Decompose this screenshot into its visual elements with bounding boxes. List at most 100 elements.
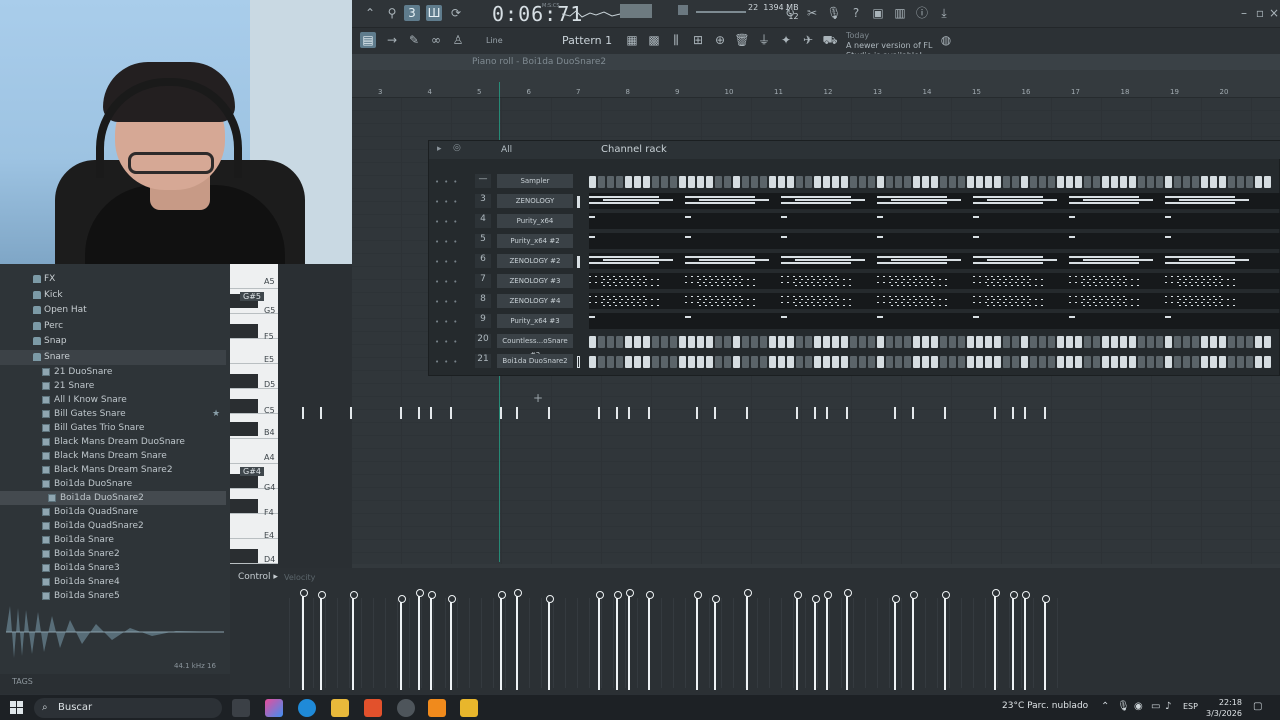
channel-mixer-track[interactable]: 21 (475, 354, 491, 368)
browser-file[interactable]: Bill Gates Trio Snare (0, 421, 226, 435)
step-button[interactable] (1057, 176, 1064, 188)
loop-record-icon[interactable]: ⟳ (448, 5, 464, 21)
step-button[interactable] (751, 356, 758, 368)
channel-mixer-track[interactable]: 5 (475, 234, 491, 248)
channel-mixer-track[interactable]: 7 (475, 274, 491, 288)
step-button[interactable] (1048, 356, 1055, 368)
velocity-bar[interactable] (744, 589, 752, 690)
step-button[interactable] (1066, 176, 1073, 188)
step-button[interactable] (994, 356, 1001, 368)
piano-note[interactable] (302, 407, 304, 419)
step-button[interactable] (1264, 356, 1271, 368)
control-select[interactable]: Control ▸ (238, 572, 278, 582)
velocity-bar[interactable] (712, 595, 720, 690)
step-button[interactable] (607, 336, 614, 348)
channel-controls[interactable]: ••• (435, 278, 462, 286)
step-button[interactable] (823, 336, 830, 348)
step-button[interactable] (859, 356, 866, 368)
step-button[interactable] (1210, 336, 1217, 348)
black-key[interactable] (230, 422, 258, 436)
step-button[interactable] (715, 356, 722, 368)
browser-file[interactable]: Boi1da Snare2 (0, 547, 226, 561)
volume-icon[interactable]: ♪ (1165, 701, 1171, 712)
step-button[interactable] (634, 176, 641, 188)
browser-file[interactable]: Black Mans Dream Snare (0, 449, 226, 463)
step-button[interactable] (949, 336, 956, 348)
mic-tray-icon[interactable]: 🎙 (1117, 701, 1130, 712)
step-button[interactable] (1255, 336, 1262, 348)
step-button[interactable] (1111, 356, 1118, 368)
taskbar-search[interactable]: ⌕ Buscar (34, 698, 222, 718)
step-button[interactable] (1210, 176, 1217, 188)
link-icon[interactable]: ∞ (428, 32, 444, 48)
step-button[interactable] (832, 336, 839, 348)
step-button[interactable] (976, 356, 983, 368)
step-button[interactable] (1084, 336, 1091, 348)
step-button[interactable] (1012, 336, 1019, 348)
step-button[interactable] (634, 336, 641, 348)
black-key[interactable] (230, 474, 258, 488)
piano-roll-preview[interactable] (589, 233, 1280, 249)
note-row-c5[interactable] (278, 405, 1080, 419)
channel-mixer-track[interactable]: 20 (475, 334, 491, 348)
velocity-bar[interactable] (300, 589, 308, 690)
step-button[interactable] (1129, 356, 1136, 368)
step-button[interactable] (1003, 356, 1010, 368)
piano-note[interactable] (714, 407, 716, 419)
step-button[interactable] (1237, 176, 1244, 188)
velocity-bar[interactable] (844, 589, 852, 690)
step-button[interactable] (661, 336, 668, 348)
piano-note[interactable] (516, 407, 518, 419)
browser-folder[interactable]: Kick (0, 288, 226, 304)
step-button[interactable] (967, 336, 974, 348)
step-button[interactable] (859, 336, 866, 348)
step-button[interactable] (895, 336, 902, 348)
piano-roll-titlebar[interactable]: Piano roll - Boi1da DuoSnare2 (352, 54, 1280, 70)
step-button[interactable] (958, 176, 965, 188)
network-icon[interactable]: ▭ (1151, 701, 1160, 712)
black-key[interactable] (230, 324, 258, 338)
step-button[interactable] (1183, 336, 1190, 348)
browser-file[interactable]: Boi1da DuoSnare2 (0, 491, 226, 505)
step-button[interactable] (643, 176, 650, 188)
channel-controls[interactable]: ••• (435, 258, 462, 266)
channel-name-button[interactable]: Countless...oSnare #2 (497, 334, 573, 359)
wand-icon[interactable]: ✦ (778, 32, 794, 48)
step-button[interactable] (1138, 336, 1145, 348)
step-button[interactable] (949, 356, 956, 368)
step-button[interactable] (841, 336, 848, 348)
step-button[interactable] (940, 176, 947, 188)
piano-note[interactable] (696, 407, 698, 419)
piano-note[interactable] (894, 407, 896, 419)
mixer-icon[interactable]: ▥ (892, 5, 908, 21)
velocity-bar[interactable] (546, 595, 554, 690)
channel-name-button[interactable]: Purity_x64 #2 (497, 234, 573, 248)
task-view-icon[interactable] (232, 699, 250, 717)
pattern-song-toggle[interactable] (678, 5, 688, 15)
pattern-selector[interactable]: Pattern 1 (562, 34, 612, 47)
timeline-ruler[interactable]: 3 4 5 6 7 8 9 10 11 12 13 14 15 16 17 18 19 20 (352, 70, 1280, 98)
piano-note[interactable] (1024, 407, 1026, 419)
step-button[interactable] (877, 336, 884, 348)
step-button[interactable] (769, 176, 776, 188)
step-button[interactable] (895, 356, 902, 368)
step-button[interactable] (931, 176, 938, 188)
step-button[interactable] (1192, 336, 1199, 348)
step-button[interactable] (625, 176, 632, 188)
step-button[interactable] (652, 176, 659, 188)
snap-select[interactable]: Line (486, 36, 503, 45)
black-key[interactable] (230, 549, 258, 563)
step-button[interactable] (589, 176, 596, 188)
step-button[interactable] (1219, 356, 1226, 368)
bird-icon[interactable]: ✈ (800, 32, 816, 48)
step-button[interactable] (1246, 336, 1253, 348)
channel-row[interactable]: ••• 20 Countless...oSnare #2 (429, 331, 1280, 359)
step-button[interactable] (823, 356, 830, 368)
step-button[interactable] (850, 176, 857, 188)
piano-note[interactable] (912, 407, 914, 419)
step-button[interactable] (1084, 356, 1091, 368)
step-button[interactable] (1174, 176, 1181, 188)
piano-note[interactable] (418, 407, 420, 419)
step-button[interactable] (931, 356, 938, 368)
velocity-bar[interactable] (1010, 591, 1018, 690)
